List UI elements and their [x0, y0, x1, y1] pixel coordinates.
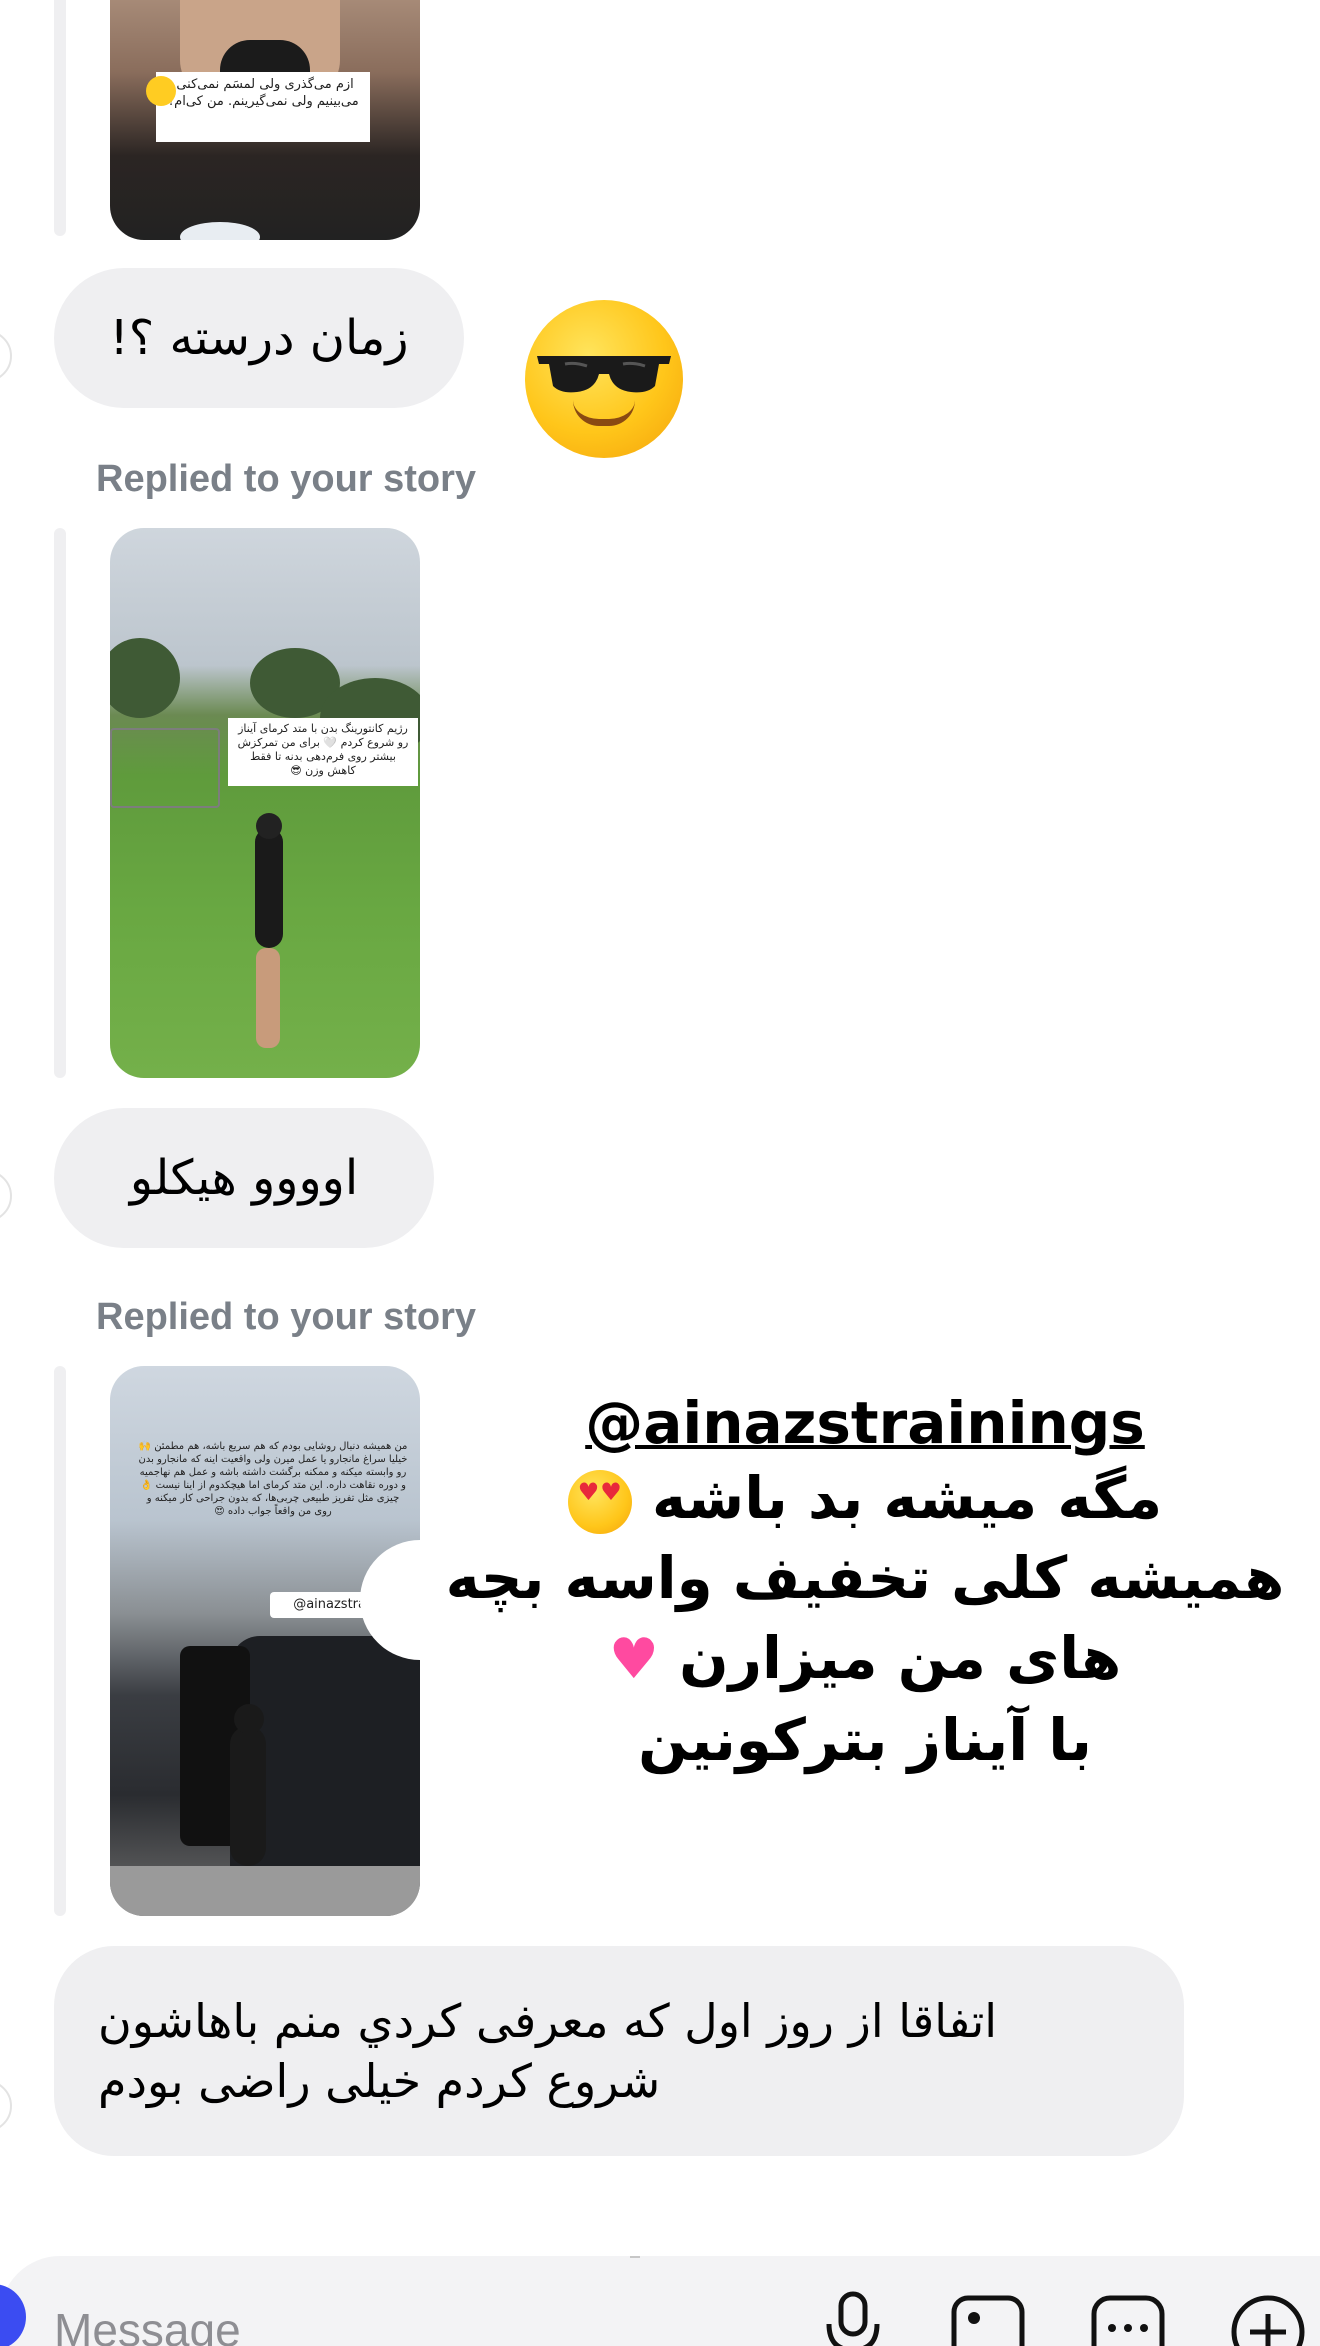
message-bubble[interactable]: اتفاقا از روز اول که معرفی کردي منم باها… — [54, 1946, 1184, 2156]
story-person — [255, 828, 283, 948]
message-text: اوووو هیکلو — [129, 1150, 359, 1206]
sender-avatar[interactable] — [0, 330, 12, 382]
message-bubble[interactable]: زمان درسته ؟! — [54, 268, 464, 408]
replied-label: Replied to your story — [96, 458, 477, 500]
story-caption: ازم می‌گذری ولی لمسَم نمی‌کنی. می‌بینیم … — [156, 72, 370, 142]
story-person-legs — [256, 948, 280, 1048]
emoji-smile — [573, 400, 635, 426]
promo-handle[interactable]: @ainazstrainings — [420, 1388, 1310, 1458]
message-text-block: اتفاقا از روز اول که معرفی کردي منم باها… — [98, 1991, 1124, 2111]
smiling-face-with-sunglasses-icon — [525, 300, 683, 458]
message-input[interactable] — [54, 2300, 754, 2346]
story-thumbnail[interactable]: رژیم کانتورینگ بدن با متد کرمای آیناز رو… — [110, 528, 420, 1078]
promo-line: مگه میشه بد باشه — [420, 1458, 1310, 1538]
sunglasses-icon — [537, 356, 671, 393]
story-person-head — [234, 1704, 264, 1734]
story-thumbnail[interactable]: من همیشه دنبال روشایی بودم که هم سریع با… — [110, 1366, 420, 1916]
composer-divider — [630, 2256, 640, 2258]
promo-line: همیشه کلی تخفیف واسه بچه — [445, 1544, 1285, 1612]
message-bubble[interactable]: اوووو هیکلو — [54, 1108, 434, 1248]
message-text-line: شروع کردم خیلی راضی بودم — [98, 2054, 661, 2108]
smiley-sticker-icon — [146, 76, 176, 106]
replied-label: Replied to your story — [96, 1296, 477, 1338]
reply-quote-bar — [54, 528, 66, 1078]
reply-quote-bar — [54, 0, 66, 236]
message-text-line: اتفاقا از روز اول که معرفی کردي منم باها… — [98, 1994, 998, 2048]
gallery-icon[interactable] — [950, 2290, 1026, 2346]
story-fence — [110, 728, 220, 808]
sender-avatar[interactable] — [0, 1170, 12, 1222]
heart-eyes-icon — [567, 1469, 632, 1534]
promo-line: با آیناز بترکونین — [638, 1706, 1092, 1774]
story-tree — [110, 638, 180, 718]
story-caption: رژیم کانتورینگ بدن با متد کرمای آیناز رو… — [228, 718, 418, 786]
chat-screen: ازم می‌گذری ولی لمسَم نمی‌کنی. می‌بینیم … — [0, 0, 1320, 2346]
pink-heart-icon: ♥ — [608, 1627, 659, 1692]
sticker-icon[interactable] — [1090, 2290, 1166, 2346]
story-ground — [110, 1866, 420, 1916]
sender-avatar[interactable] — [0, 2080, 12, 2132]
story-person — [230, 1726, 266, 1866]
reply-quote-bar — [54, 1366, 66, 1916]
message-text: زمان درسته ؟! — [109, 310, 409, 366]
promo-overlay: @ainazstrainings مگه میشه بد باشه همیشه … — [420, 1388, 1310, 1780]
add-icon[interactable] — [1230, 2290, 1306, 2346]
promo-line: های من میزارن ♥ — [420, 1618, 1310, 1700]
story-bottom-light — [180, 222, 260, 240]
story-thumbnail[interactable]: ازم می‌گذری ولی لمسَم نمی‌کنی. می‌بینیم … — [110, 0, 420, 240]
mic-icon[interactable] — [815, 2290, 891, 2346]
story-person-head — [256, 813, 282, 839]
